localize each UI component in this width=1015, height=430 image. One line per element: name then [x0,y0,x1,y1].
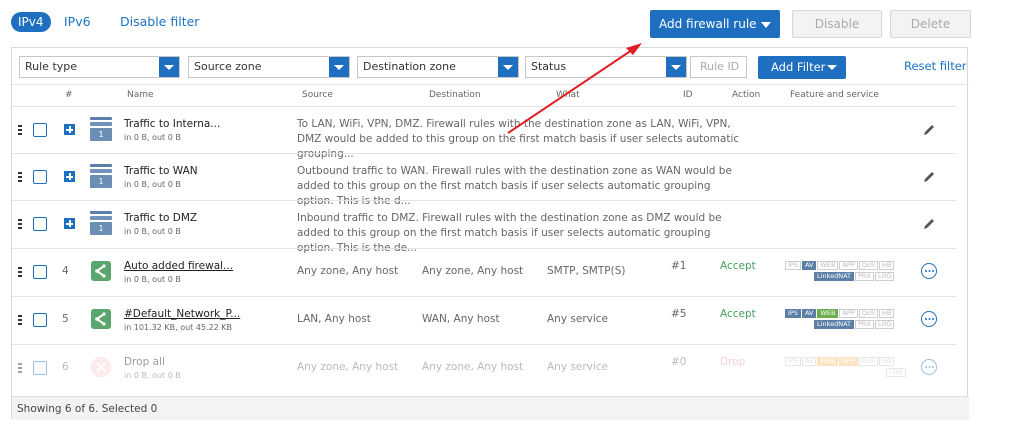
annotation-arrow-icon [507,43,642,134]
